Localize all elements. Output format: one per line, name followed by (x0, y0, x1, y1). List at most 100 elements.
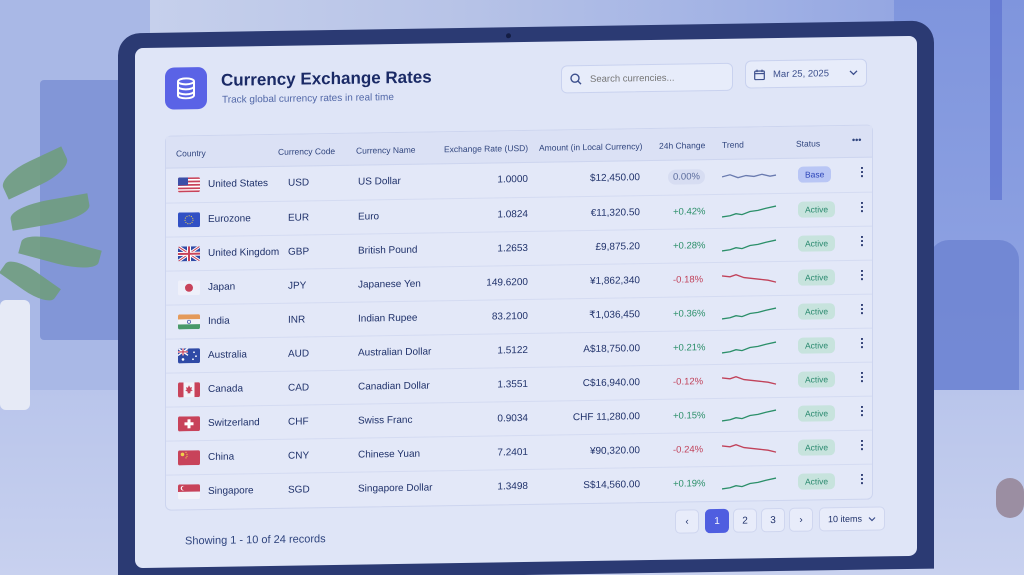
prev-page-button[interactable]: ‹ (675, 509, 699, 534)
country-name: Canada (208, 383, 244, 395)
status-badge: Active (798, 201, 836, 218)
kebab-icon[interactable]: ⋮ (856, 404, 868, 418)
currency-name: British Pound (358, 244, 418, 257)
kebab-icon[interactable]: ⋮ (856, 234, 868, 248)
trend-sparkline (722, 274, 777, 283)
col-country[interactable]: Country (176, 148, 206, 158)
trend-sparkline (722, 307, 777, 320)
exchange-rate: 83.2100 (491, 310, 528, 323)
exchange-rate: 1.5122 (497, 344, 528, 357)
webcam (506, 33, 511, 39)
kebab-icon[interactable]: ⋮ (856, 370, 868, 384)
exchange-rate: 0.9034 (497, 412, 528, 425)
exchange-rate: 7.2401 (497, 446, 528, 459)
col-amount[interactable]: Amount (in Local Currency) (539, 141, 642, 153)
kebab-icon[interactable]: ⋮ (856, 336, 868, 350)
trend-sparkline (722, 205, 777, 218)
kebab-icon[interactable]: ⋮ (856, 438, 868, 452)
currency-name: Indian Rupee (358, 312, 418, 325)
database-icon (165, 67, 207, 110)
page-size-select[interactable]: 10 items (819, 506, 885, 532)
trend-sparkline (722, 477, 777, 490)
flag-icon (178, 177, 200, 193)
search-input[interactable] (590, 71, 720, 85)
currency-name: US Dollar (358, 175, 401, 188)
status-badge: Active (798, 405, 836, 422)
app-screen: Currency Exchange Rates Track global cur… (135, 35, 917, 569)
local-amount: A$18,750.00 (583, 343, 640, 356)
local-amount: C$16,940.00 (582, 377, 640, 390)
page-button-1[interactable]: 1 (705, 508, 729, 534)
status-badge: Active (798, 337, 836, 354)
exchange-rate: 1.2653 (497, 242, 528, 255)
currency-code: INR (288, 314, 306, 326)
date-value: Mar 25, 2025 (773, 67, 829, 80)
exchange-rate: 1.0824 (497, 208, 528, 221)
currency-name: Euro (358, 211, 380, 223)
col-exchange-rate[interactable]: Exchange Rate (USD) (444, 143, 528, 154)
status-badge: Active (798, 473, 836, 490)
col-currency-code[interactable]: Currency Code (278, 146, 335, 157)
next-page-button[interactable]: › (789, 507, 813, 532)
currency-code: SGD (288, 484, 310, 496)
local-amount: S$14,560.00 (583, 479, 640, 492)
page-button-3[interactable]: 3 (761, 507, 785, 533)
currency-code: CAD (288, 382, 310, 394)
flag-icon (178, 212, 200, 228)
search-icon (570, 73, 582, 85)
change-value: -0.24% (673, 444, 704, 456)
kebab-icon[interactable]: ⋮ (856, 200, 868, 214)
country-name: United Kingdom (208, 246, 280, 259)
kebab-icon[interactable]: ⋮ (856, 302, 868, 316)
status-badge: Active (798, 371, 836, 388)
flag-icon (178, 382, 200, 398)
search-box[interactable] (561, 62, 733, 94)
local-amount: €11,320.50 (590, 207, 640, 219)
currency-code: EUR (288, 212, 310, 224)
plant (0, 146, 110, 320)
trend-sparkline (722, 239, 777, 252)
exchange-rate: 1.3498 (497, 480, 528, 493)
kebab-icon[interactable]: ⋮ (856, 268, 868, 282)
currency-name: Swiss Franc (358, 414, 413, 427)
change-value: +0.15% (673, 410, 706, 422)
chevron-down-icon (849, 70, 858, 76)
currency-name: Japanese Yen (358, 278, 421, 291)
currency-name: Chinese Yuan (358, 448, 421, 461)
page-header: Currency Exchange Rates Track global cur… (165, 56, 899, 128)
trend-sparkline (722, 376, 777, 385)
change-value: +0.21% (673, 342, 706, 354)
chair (929, 240, 1019, 410)
flag-icon (178, 314, 200, 330)
page-size-value: 10 items (828, 513, 863, 525)
table-footer: Showing 1 - 10 of 24 records ‹ 1 2 3 › 1… (165, 506, 899, 558)
change-value: -0.12% (673, 376, 704, 388)
trend-sparkline (722, 409, 777, 422)
kebab-icon[interactable]: ⋮ (856, 472, 868, 486)
laptop: Currency Exchange Rates Track global cur… (118, 20, 934, 575)
kebab-icon[interactable]: ⋮ (856, 165, 868, 179)
trend-sparkline (722, 444, 777, 453)
country-name: United States (208, 178, 269, 190)
status-badge: Active (798, 269, 836, 286)
col-status[interactable]: Status (796, 138, 820, 148)
more-horizontal-icon[interactable]: ••• (852, 135, 861, 145)
date-picker[interactable]: Mar 25, 2025 (745, 58, 867, 89)
records-summary: Showing 1 - 10 of 24 records (185, 533, 326, 548)
currency-table: Country Currency Code Currency Name Exch… (165, 124, 873, 511)
page-button-2[interactable]: 2 (733, 508, 757, 533)
currency-code: AUD (288, 348, 310, 360)
page-title: Currency Exchange Rates (221, 67, 432, 90)
country-name: Australia (208, 349, 247, 361)
local-amount: $12,450.00 (589, 172, 640, 184)
col-24h-change[interactable]: 24h Change (659, 140, 705, 151)
local-amount: ¥90,320.00 (589, 445, 640, 457)
currency-name: Singapore Dollar (358, 482, 433, 495)
col-currency-name[interactable]: Currency Name (356, 145, 416, 156)
change-value: +0.19% (673, 478, 706, 490)
change-value: +0.42% (673, 206, 706, 218)
exchange-rate: 1.3551 (497, 378, 528, 391)
col-trend: Trend (722, 139, 744, 150)
flag-icon (178, 416, 200, 432)
local-amount: £9,875.20 (595, 241, 641, 253)
